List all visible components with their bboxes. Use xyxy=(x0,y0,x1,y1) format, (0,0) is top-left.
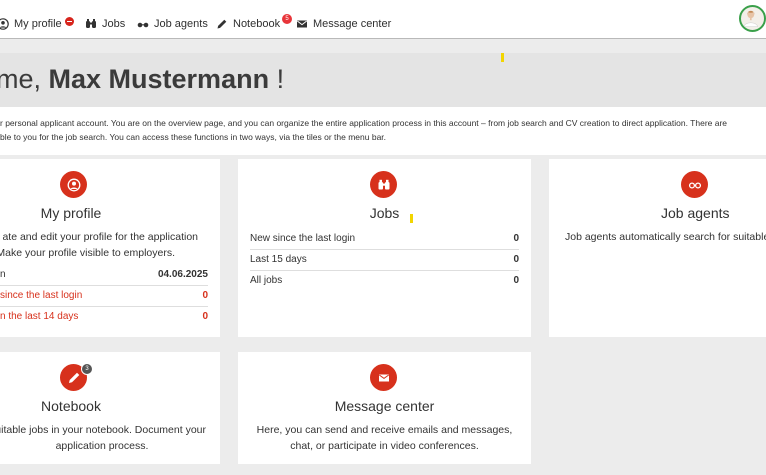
nav-message-center-label: Message center xyxy=(313,18,392,30)
tile-title: Job agents xyxy=(661,205,730,221)
row-label: since the last login xyxy=(0,290,83,301)
row-label: New since the last login xyxy=(250,233,356,244)
glasses-icon xyxy=(681,171,708,198)
nav-jobs[interactable]: Jobs xyxy=(85,18,125,30)
row-value: 0 xyxy=(202,290,208,301)
intro-line-1: r personal applicant account. You are on… xyxy=(0,118,728,128)
row-label: All jobs xyxy=(250,275,283,286)
jobs-row-last-15-days[interactable]: Last 15 days 0 xyxy=(250,250,519,271)
user-circle-icon xyxy=(60,171,87,198)
tile-job-agents[interactable]: Job agents Job agents automatically sear… xyxy=(549,159,766,337)
tile-title: Message center xyxy=(334,398,435,414)
intro-text: r personal applicant account. You are on… xyxy=(0,107,766,155)
nav-my-profile-label: My profile xyxy=(14,18,62,30)
nav-message-center[interactable]: Message center xyxy=(296,18,391,30)
nav-notebook-label: Notebook xyxy=(233,18,281,30)
top-navigation: My profile Jobs Job agents Notebook 5 Me… xyxy=(0,0,766,39)
pencil-icon xyxy=(216,18,228,30)
row-value: 04.06.2025 xyxy=(157,269,208,280)
welcome-heading: me, Max Mustermann ! xyxy=(0,64,284,95)
tile-description-line-1: uitable jobs in your notebook. Document … xyxy=(0,424,206,436)
glasses-icon xyxy=(137,18,149,30)
jobs-row-all-jobs[interactable]: All jobs 0 xyxy=(250,271,519,292)
welcome-suffix: ! xyxy=(269,64,285,94)
notebook-count-badge: 3 xyxy=(81,363,93,375)
nav-job-agents[interactable]: Job agents xyxy=(137,18,208,30)
user-circle-icon xyxy=(0,18,9,30)
profile-warning-badge xyxy=(64,16,74,26)
row-value: 0 xyxy=(513,233,519,244)
tile-message-center[interactable]: Message center Here, you can send and re… xyxy=(238,352,531,464)
tile-description-line-1: Here, you can send and receive emails an… xyxy=(256,424,513,436)
row-value: 0 xyxy=(513,254,519,265)
jobs-row-new-since-login[interactable]: New since the last login 0 xyxy=(250,229,519,250)
tile-jobs[interactable]: Jobs New since the last login 0 Last 15 … xyxy=(238,159,531,337)
nav-notebook[interactable]: Notebook 5 xyxy=(216,14,293,30)
row-label: n xyxy=(0,269,6,280)
tile-description-line-2: application process. xyxy=(55,440,149,452)
envelope-icon xyxy=(370,364,397,391)
tile-title: My profile xyxy=(40,205,102,221)
row-label: n the last 14 days xyxy=(0,311,79,322)
tile-my-profile[interactable]: My profile ate and edit your profile for… xyxy=(0,159,220,337)
avatar-portrait-icon xyxy=(743,10,758,27)
welcome-greeting: me, xyxy=(0,64,49,94)
user-avatar[interactable] xyxy=(739,5,766,32)
profile-row-date: n 04.06.2025 xyxy=(0,265,208,286)
intro-line-2: ble to you for the job search. You can a… xyxy=(0,132,387,142)
envelope-icon xyxy=(296,18,308,30)
binoculars-icon xyxy=(85,18,97,30)
user-name: Max Mustermann xyxy=(48,64,270,94)
tile-title: Jobs xyxy=(369,205,400,221)
tile-title: Notebook xyxy=(41,398,101,414)
binoculars-icon xyxy=(370,171,397,198)
nav-job-agents-label: Job agents xyxy=(154,18,208,30)
notebook-count-badge: 5 xyxy=(282,14,293,24)
cursor-highlight-mark xyxy=(410,214,413,223)
nav-my-profile[interactable]: My profile xyxy=(0,16,74,30)
tile-description-line-2: Make your profile visible to employers. xyxy=(0,247,175,259)
row-value: 0 xyxy=(202,311,208,322)
row-label: Last 15 days xyxy=(250,254,307,265)
cursor-highlight-mark xyxy=(501,53,504,62)
row-value: 0 xyxy=(513,275,519,286)
tile-description-line-1: ate and edit your profile for the applic… xyxy=(2,231,198,243)
profile-row-last-14-days[interactable]: n the last 14 days 0 xyxy=(0,307,208,328)
nav-jobs-label: Jobs xyxy=(102,18,126,30)
tile-description-line-2: chat, or participate in video conference… xyxy=(290,440,479,452)
tile-notebook[interactable]: 3 Notebook uitable jobs in your notebook… xyxy=(0,352,220,464)
tile-description-line-1: Job agents automatically search for suit… xyxy=(565,231,766,243)
profile-row-since-login[interactable]: since the last login 0 xyxy=(0,286,208,307)
